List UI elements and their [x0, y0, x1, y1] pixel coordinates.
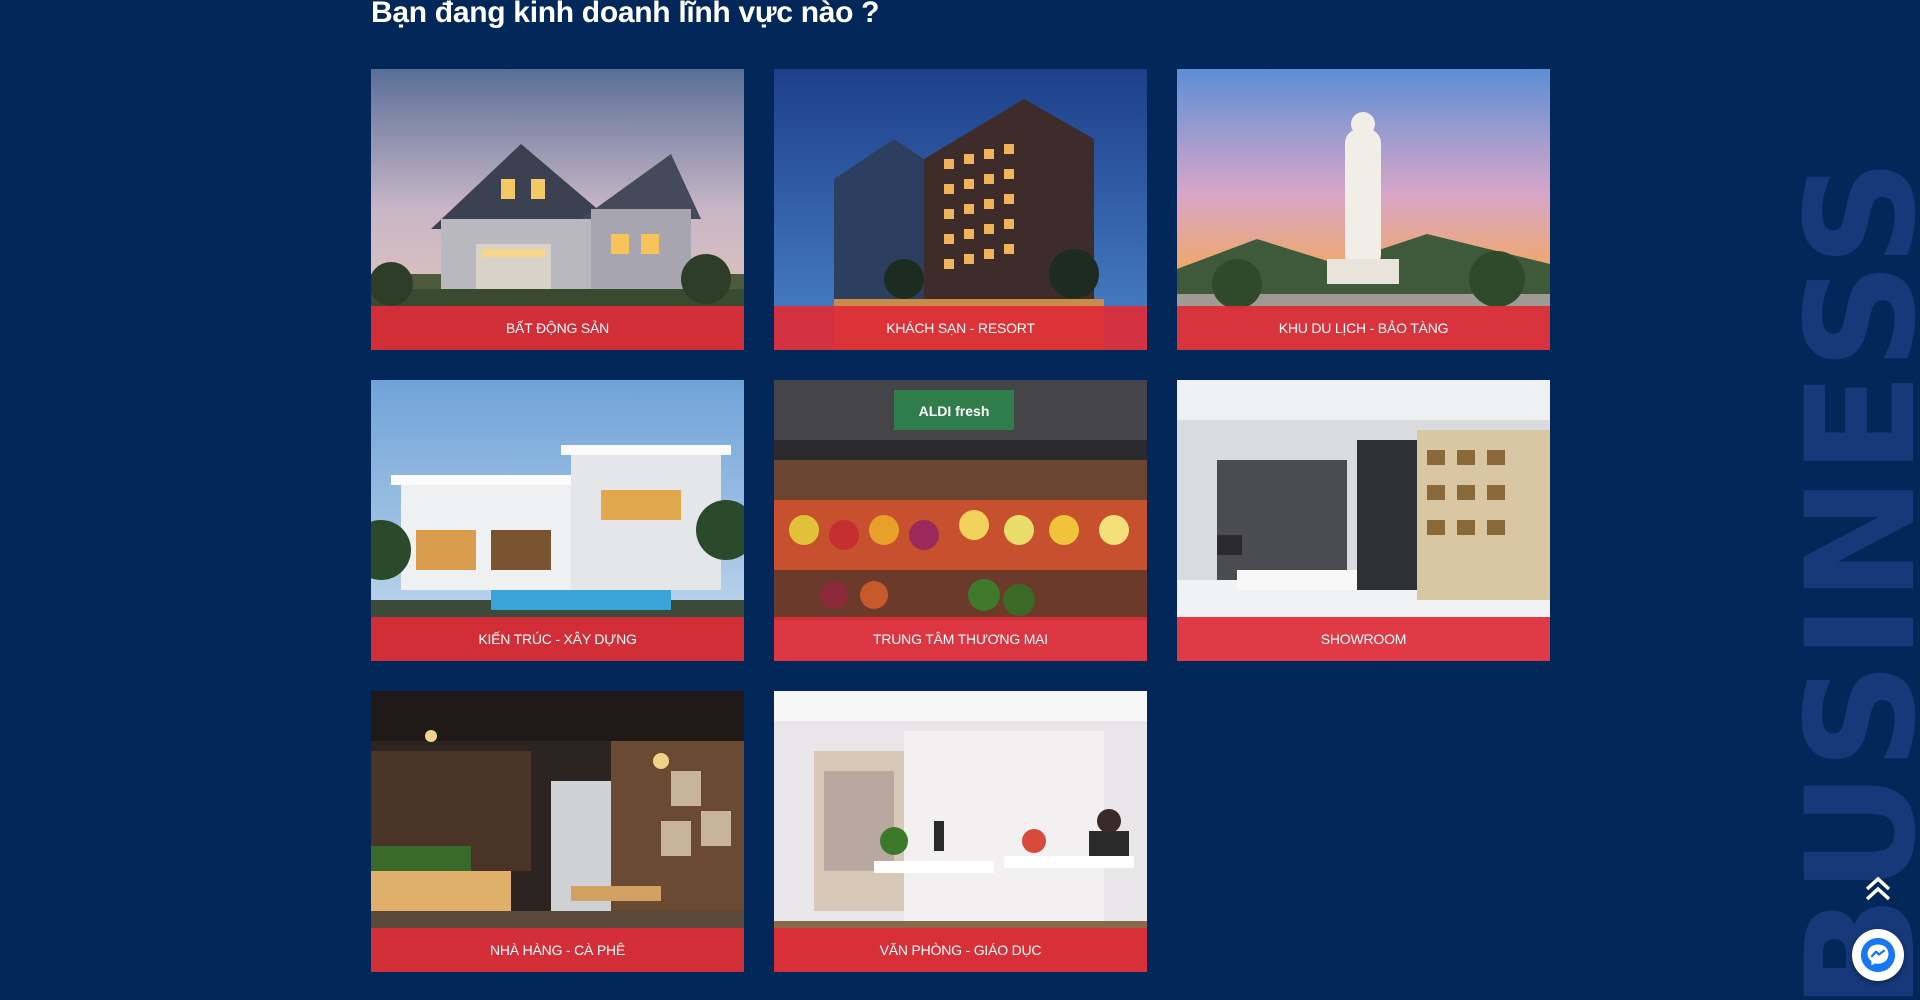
category-grid: BẤT ĐỘNG SẢN KHÁCH SẠN - RESORT KHU DU L… — [371, 69, 1550, 972]
category-card-restaurant-cafe[interactable]: NHÀ HÀNG - CÀ PHÊ — [371, 691, 744, 972]
category-card-office-education[interactable]: VĂN PHÒNG - GIÁO DỤC — [774, 691, 1147, 972]
messenger-chat-button[interactable] — [1852, 929, 1904, 981]
category-card-hotel-resort[interactable]: KHÁCH SẠN - RESORT — [774, 69, 1147, 350]
category-label: KIẾN TRÚC - XÂY DỰNG — [371, 617, 744, 661]
category-label: TRUNG TÂM THƯƠNG MẠI — [774, 617, 1147, 661]
svg-text:ALDI fresh: ALDI fresh — [919, 403, 990, 419]
section-title: Bạn đang kinh doanh lĩnh vực nào ? — [371, 0, 880, 29]
category-label: NHÀ HÀNG - CÀ PHÊ — [371, 928, 744, 972]
category-card-real-estate[interactable]: BẤT ĐỘNG SẢN — [371, 69, 744, 350]
category-label: KHÁCH SẠN - RESORT — [774, 306, 1147, 350]
double-chevron-up-icon — [1865, 876, 1891, 901]
business-watermark: BUSINESS — [1775, 156, 1915, 1000]
category-label: BẤT ĐỘNG SẢN — [371, 306, 744, 350]
category-card-showroom[interactable]: SHOWROOM — [1177, 380, 1550, 661]
category-label: SHOWROOM — [1177, 617, 1550, 661]
messenger-icon — [1860, 937, 1896, 973]
category-card-architecture[interactable]: KIẾN TRÚC - XÂY DỰNG — [371, 380, 744, 661]
category-card-tourism-museum[interactable]: KHU DU LỊCH - BẢO TÀNG — [1177, 69, 1550, 350]
category-label: KHU DU LỊCH - BẢO TÀNG — [1177, 306, 1550, 350]
category-label: VĂN PHÒNG - GIÁO DỤC — [774, 928, 1147, 972]
category-card-shopping-center[interactable]: ALDI fresh TRUNG TÂM THƯƠNG MẠI — [774, 380, 1147, 661]
scroll-to-top-button[interactable] — [1862, 873, 1894, 905]
